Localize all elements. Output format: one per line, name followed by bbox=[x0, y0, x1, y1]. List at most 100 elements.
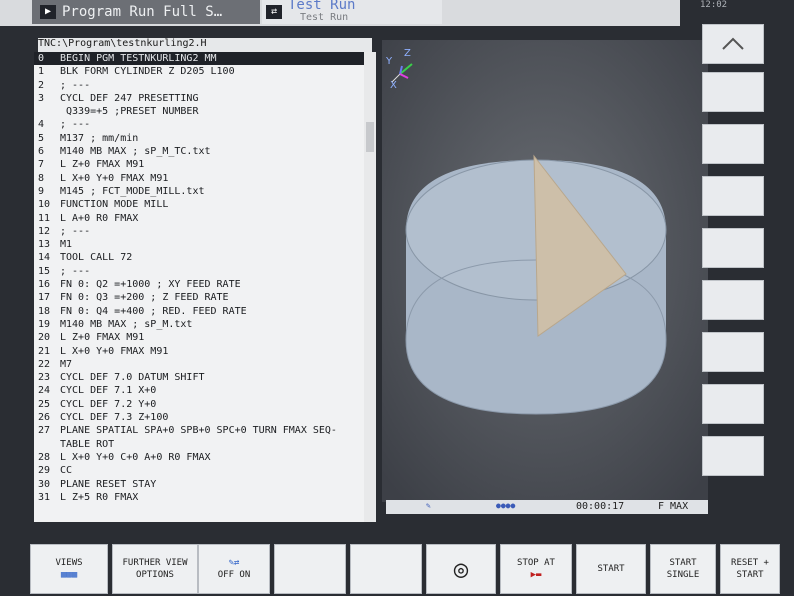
program-line[interactable]: 9 M145 ; FCT_MODE_MILL.txt bbox=[34, 185, 364, 198]
program-line[interactable]: TABLE ROT bbox=[34, 438, 364, 451]
line-number: 16 bbox=[38, 279, 51, 291]
line-text: BEGIN PGM TESTNKURLING2 MM bbox=[60, 53, 217, 64]
program-line[interactable]: 4 ; --- bbox=[34, 118, 364, 131]
simulation-view[interactable]: Y Z X bbox=[382, 40, 708, 502]
softkey-override[interactable]: ◎ bbox=[426, 544, 496, 594]
line-number: 2 bbox=[38, 79, 45, 91]
program-line[interactable]: 18 FN 0: Q4 =+400 ; RED. FEED RATE bbox=[34, 305, 364, 318]
program-line[interactable]: 6 M140 MB MAX ; sP_M_TC.txt bbox=[34, 145, 364, 158]
softkey-views[interactable]: VIEWS ▦▦▦ bbox=[30, 544, 108, 594]
clock: 12:02 bbox=[700, 0, 728, 10]
program-listing[interactable]: 0 BEGIN PGM TESTNKURLING2 MM 1 BLK FORM CYL… bbox=[34, 52, 364, 522]
program-line[interactable]: 16 FN 0: Q2 =+1000 ; XY FEED RATE bbox=[34, 278, 364, 291]
line-text: M140 MB MAX ; sP_M_TC.txt bbox=[60, 146, 211, 158]
program-line[interactable]: 5 M137 ; mm/min bbox=[34, 132, 364, 145]
program-line[interactable]: 27 PLANE SPATIAL SPA+0 SPB+0 SPC+0 TURN F… bbox=[34, 424, 364, 437]
feed-mode: F MAX bbox=[658, 501, 689, 512]
program-line[interactable]: 28 L X+0 Y+0 C+0 A+0 R0 FMAX bbox=[34, 451, 364, 464]
program-line[interactable]: 1 BLK FORM CYLINDER Z D205 L100 bbox=[34, 65, 364, 78]
line-number: 1 bbox=[38, 66, 45, 78]
program-line[interactable]: 23 CYCL DEF 7.0 DATUM SHIFT bbox=[34, 371, 364, 384]
program-line[interactable]: 31 L Z+5 R0 FMAX bbox=[34, 491, 364, 504]
program-line[interactable]: 0 BEGIN PGM TESTNKURLING2 MM bbox=[34, 52, 364, 66]
softkey-toggle-off-on[interactable]: ✎⇄ OFF ON bbox=[198, 544, 270, 594]
softkey-stop-label: STOP AT bbox=[517, 558, 555, 568]
softkey-r3[interactable] bbox=[702, 124, 764, 164]
program-line[interactable]: 12 ; --- bbox=[34, 225, 364, 238]
line-text: M145 ; FCT_MODE_MILL.txt bbox=[60, 185, 205, 197]
line-text: CYCL DEF 7.3 Z+100 bbox=[60, 412, 169, 424]
program-line[interactable]: Q339=+5 ;PRESET NUMBER bbox=[34, 105, 364, 118]
program-line[interactable]: 8 L X+0 Y+0 FMAX M91 bbox=[34, 172, 364, 185]
program-line[interactable]: 19 M140 MB MAX ; sP_M.txt bbox=[34, 318, 364, 331]
line-number: 18 bbox=[38, 305, 51, 317]
line-number: 9 bbox=[38, 185, 45, 197]
program-line[interactable]: 2 ; --- bbox=[34, 79, 364, 92]
softkey-toggle-label: OFF ON bbox=[217, 570, 251, 580]
softkey-r6[interactable] bbox=[702, 280, 764, 320]
program-line[interactable]: 22 M7 bbox=[34, 358, 364, 371]
softkey-start-label: START bbox=[597, 564, 625, 574]
program-line[interactable]: 30 PLANE RESET STAY bbox=[34, 478, 364, 491]
softkey-r8[interactable] bbox=[702, 384, 764, 424]
axis-y-label: Y bbox=[385, 56, 393, 67]
line-text: CYCL DEF 247 PRESETTING bbox=[60, 92, 199, 104]
program-line[interactable]: 7 L Z+0 FMAX M91 bbox=[34, 158, 364, 171]
program-line[interactable]: 25 CYCL DEF 7.2 Y+0 bbox=[34, 398, 364, 411]
program-line[interactable]: 13 M1 bbox=[34, 238, 364, 251]
line-text: CYCL DEF 7.0 DATUM SHIFT bbox=[60, 372, 205, 384]
line-text: M140 MB MAX ; sP_M.txt bbox=[60, 318, 193, 330]
program-line[interactable]: 26 CYCL DEF 7.3 Z+100 bbox=[34, 411, 364, 424]
softkey-reset-start[interactable]: RESET + START bbox=[720, 544, 780, 594]
axis-x-label: X bbox=[390, 80, 397, 91]
softkey-start-single[interactable]: START SINGLE bbox=[650, 544, 716, 594]
line-text: ; --- bbox=[60, 119, 91, 131]
line-text: L Z+5 R0 FMAX bbox=[60, 491, 139, 503]
line-number: 15 bbox=[38, 265, 51, 277]
softkey-start[interactable]: START bbox=[576, 544, 646, 594]
page-up-softkey[interactable] bbox=[702, 24, 764, 64]
line-text: CYCL DEF 7.1 X+0 bbox=[60, 385, 157, 397]
scrollbar-thumb[interactable] bbox=[366, 122, 374, 152]
softkey-r4[interactable] bbox=[702, 176, 764, 216]
softkey-r2[interactable] bbox=[702, 72, 764, 112]
program-line[interactable]: 24 CYCL DEF 7.1 X+0 bbox=[34, 384, 364, 397]
line-text: ; --- bbox=[60, 79, 91, 91]
program-line[interactable]: 15 ; --- bbox=[34, 265, 364, 278]
line-number: 8 bbox=[38, 172, 45, 184]
softkey-blank-2[interactable] bbox=[350, 544, 422, 594]
softkey-r9[interactable] bbox=[702, 436, 764, 476]
softkey-blank-1[interactable] bbox=[274, 544, 346, 594]
program-line[interactable]: 11 L A+0 R0 FMAX bbox=[34, 212, 364, 225]
line-number: 28 bbox=[38, 451, 51, 463]
program-scrollbar[interactable] bbox=[364, 52, 376, 522]
softkey-start-single-label: START SINGLE bbox=[666, 558, 700, 580]
program-line[interactable]: 21 L X+0 Y+0 FMAX M91 bbox=[34, 345, 364, 358]
program-line[interactable]: 14 TOOL CALL 72 bbox=[34, 251, 364, 264]
line-number: 19 bbox=[38, 318, 51, 330]
line-number: 6 bbox=[38, 146, 45, 158]
line-text: PLANE SPATIAL SPA+0 SPB+0 SPC+0 TURN FMA… bbox=[60, 425, 337, 437]
tab-program-run[interactable]: ▶ Program Run Full S… bbox=[32, 0, 260, 24]
line-text: TABLE ROT bbox=[60, 438, 115, 450]
line-number: 3 bbox=[38, 92, 45, 104]
softkey-r5[interactable] bbox=[702, 228, 764, 268]
line-text: Q339=+5 ;PRESET NUMBER bbox=[60, 106, 199, 118]
program-line[interactable]: 10 FUNCTION MODE MILL bbox=[34, 198, 364, 211]
softkey-r7[interactable] bbox=[702, 332, 764, 372]
line-text: PLANE RESET STAY bbox=[60, 478, 157, 490]
program-line[interactable]: 17 FN 0: Q3 =+200 ; Z FEED RATE bbox=[34, 291, 364, 304]
edit-icon: ✎ bbox=[426, 501, 431, 510]
tab-program-run-label: Program Run Full S… bbox=[62, 4, 223, 20]
softkey-stop-at[interactable]: STOP AT ▶▬ bbox=[500, 544, 572, 594]
program-line[interactable]: 3 CYCL DEF 247 PRESETTING bbox=[34, 92, 364, 105]
line-number: 5 bbox=[38, 132, 45, 144]
program-line[interactable]: 20 L Z+0 FMAX M91 bbox=[34, 331, 364, 344]
line-number: 24 bbox=[38, 385, 51, 397]
line-number: 30 bbox=[38, 478, 51, 490]
program-line[interactable]: 29 CC bbox=[34, 464, 364, 477]
line-number: 10 bbox=[38, 199, 51, 211]
line-number: 22 bbox=[38, 358, 51, 370]
softkey-further-view-options[interactable]: FURTHER VIEW OPTIONS bbox=[112, 544, 198, 594]
line-text: L Z+0 FMAX M91 bbox=[60, 332, 145, 344]
